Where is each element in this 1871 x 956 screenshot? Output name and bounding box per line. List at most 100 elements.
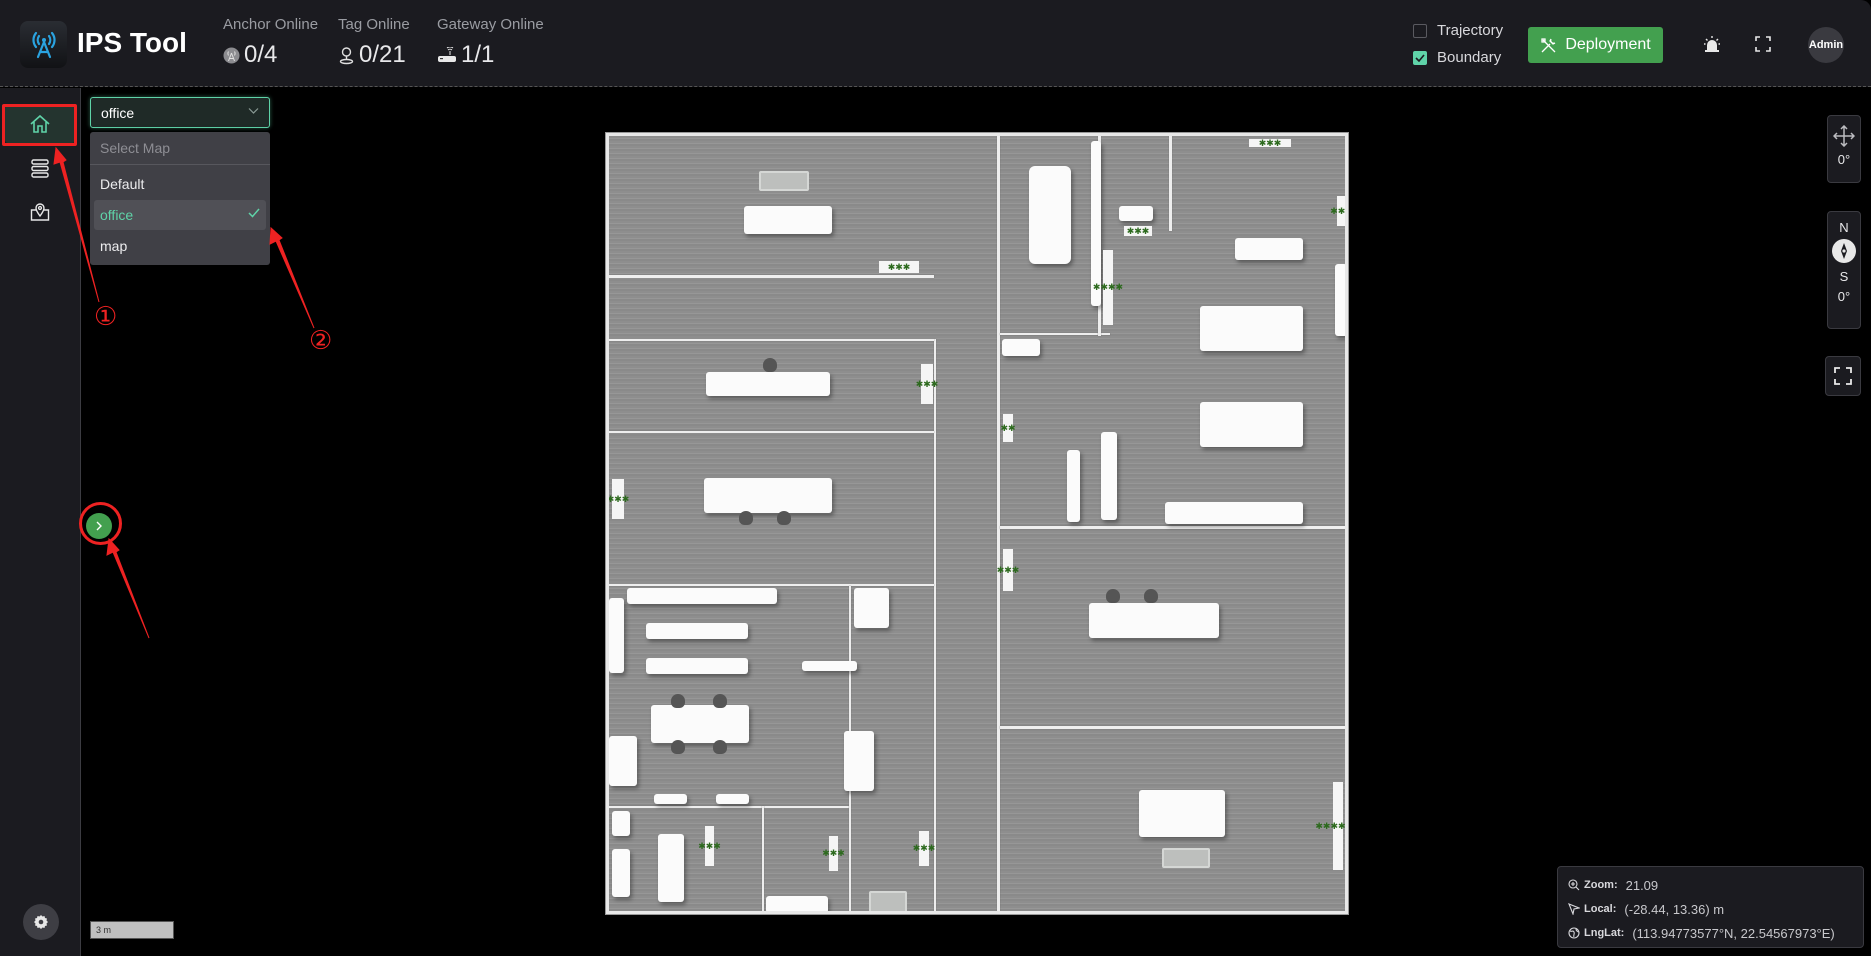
desk [706, 372, 830, 396]
cabinet [612, 811, 630, 836]
compass-icon [1832, 239, 1856, 263]
gateway-online-label: Gateway Online [437, 16, 544, 33]
boundary-toggle[interactable]: Boundary [1413, 49, 1501, 66]
tag-online-value: 0/21 [359, 41, 406, 68]
coordinate-info-panel: Zoom: 21.09 Local: (-28.44, 13.36) m Lng… [1557, 866, 1864, 948]
gateway-online-value: 1/1 [461, 41, 495, 68]
floor-plan-map[interactable]: ✱✱✱ ✱✱✱ ✱✱✱ ✱✱✱ ✱✱✱ ✱✱✱ ✱✱✱✱ ✱✱✱ ✱✱✱ ✱✱ … [606, 133, 1348, 914]
plant: ✱✱✱ [916, 364, 938, 404]
dropdown-header: Select Map [90, 132, 270, 165]
plant: ✱✱✱ [879, 261, 919, 273]
annotation-marker-1: ① [94, 302, 118, 332]
cabinet [609, 598, 624, 673]
map-option-default[interactable]: Default [94, 169, 266, 199]
sidebar [0, 88, 81, 956]
sidebar-item-home[interactable] [5, 105, 75, 143]
local-value: (-28.44, 13.36) m [1624, 901, 1725, 917]
wall [609, 584, 934, 586]
map-select-dropdown: Select Map Default office map [90, 132, 270, 265]
trajectory-checkbox[interactable] [1413, 23, 1427, 38]
app-title: IPS Tool [77, 27, 187, 58]
home-icon [30, 114, 50, 133]
wall [1169, 136, 1172, 231]
wall [1000, 333, 1110, 335]
fullscreen-button[interactable] [1751, 32, 1775, 56]
sidebar-item-list[interactable] [5, 149, 75, 187]
chevron-down-icon [248, 108, 259, 114]
lnglat-label: LngLat: [1584, 927, 1625, 939]
zoom-in-icon [1568, 879, 1580, 891]
pan-rotate-control[interactable]: 0° [1827, 115, 1861, 183]
tag-pin-icon [339, 46, 354, 64]
anchor-online-label: Anchor Online [223, 16, 319, 33]
plant: ✱✱✱ [609, 479, 629, 519]
wall [997, 136, 1000, 911]
desk [1119, 206, 1153, 221]
chair [713, 740, 727, 754]
cabinet [609, 736, 637, 786]
checkmark-icon [1415, 53, 1425, 62]
chair [1144, 589, 1158, 603]
deployment-button[interactable]: Deployment [1528, 27, 1663, 63]
wall [934, 339, 936, 911]
counter [1002, 339, 1040, 356]
scale-bar: 3 m [90, 921, 174, 939]
trajectory-toggle[interactable]: Trajectory [1413, 22, 1503, 39]
arrow-2 [269, 226, 315, 329]
gateway-router-icon [438, 47, 456, 62]
plant: ✱✱✱ [822, 836, 845, 871]
list-icon [31, 158, 49, 178]
option-label: office [100, 207, 134, 223]
boundary-label: Boundary [1437, 49, 1502, 66]
chevron-right-icon [96, 521, 102, 531]
tag-online-label: Tag Online [338, 16, 410, 33]
sidebar-item-map-pin[interactable] [5, 192, 75, 230]
plant: ✱✱✱ [997, 549, 1019, 591]
trajectory-label: Trajectory [1437, 22, 1504, 39]
globe-icon [1568, 927, 1580, 939]
gateway-online-stat: Gateway Online 1/1 [437, 16, 544, 69]
settings-button[interactable] [23, 904, 59, 940]
map-fullscreen-button[interactable] [1825, 356, 1861, 396]
expand-panel-button[interactable] [86, 513, 112, 539]
chair [1106, 589, 1120, 603]
tag-online-stat: Tag Online 0/21 [338, 16, 410, 69]
desk [651, 705, 749, 743]
desk [658, 834, 684, 902]
desk-l [854, 588, 889, 628]
checkmark-icon [248, 208, 260, 218]
anchor-online-stat: Anchor Online 0/4 [223, 16, 318, 69]
desk [704, 478, 832, 513]
cabinet [844, 731, 874, 791]
fullscreen-icon [1834, 367, 1852, 385]
desk-row [627, 588, 777, 604]
chair [777, 511, 791, 525]
map-option-office[interactable]: office [94, 200, 266, 230]
plant: ✱✱✱ [1330, 196, 1345, 226]
lnglat-row: LngLat: (113.94773577°N, 22.54567973°E) [1568, 921, 1853, 945]
anchor-online-value: 0/4 [244, 41, 278, 68]
alarm-button[interactable] [1700, 32, 1724, 56]
local-label: Local: [1584, 903, 1617, 915]
desk-row [646, 623, 748, 639]
plant: ✱✱✱✱✱✱ [1315, 782, 1345, 870]
map-select-value: office [101, 104, 135, 121]
deployment-label: Deployment [1565, 36, 1651, 53]
wall [1000, 526, 1345, 529]
rotation-angle: 0° [1837, 152, 1851, 167]
map-select[interactable]: office [90, 97, 270, 128]
user-avatar[interactable]: Admin [1808, 27, 1844, 63]
map-option-map[interactable]: map [94, 231, 266, 261]
chair [739, 511, 753, 525]
boundary-checkbox[interactable] [1413, 50, 1427, 65]
desk [744, 206, 832, 234]
desk-row [1165, 502, 1303, 524]
plant: ✱✱✱ [1124, 226, 1152, 236]
plant: ✱✱ [1000, 414, 1016, 442]
cabinet [1335, 264, 1345, 336]
zoom-value: 21.09 [1625, 877, 1659, 893]
local-row: Local: (-28.44, 13.36) m [1568, 897, 1853, 921]
ips-tool-app: IPS Tool Anchor Online 0/4 Tag Online 0/… [0, 0, 1871, 956]
chair [763, 358, 777, 372]
compass-control[interactable]: N S 0° [1827, 211, 1861, 329]
